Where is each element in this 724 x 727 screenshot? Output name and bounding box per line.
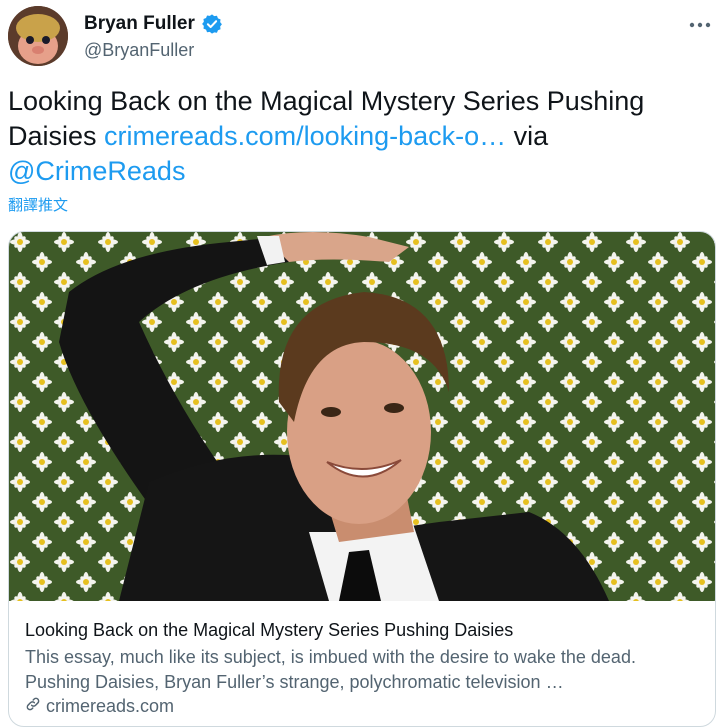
tweet-link[interactable]: crimereads.com/looking-back-o… bbox=[104, 121, 506, 151]
card-domain-text: crimereads.com bbox=[46, 696, 175, 716]
verified-badge-icon bbox=[201, 13, 223, 35]
card-domain[interactable]: crimereads.com bbox=[25, 696, 701, 717]
link-card[interactable]: Looking Back on the Magical Mystery Seri… bbox=[8, 231, 716, 727]
author-block: Bryan Fuller @BryanFuller bbox=[84, 12, 223, 61]
card-description: This essay, much like its subject, is im… bbox=[25, 647, 636, 692]
mention-link[interactable]: @CrimeReads bbox=[8, 156, 185, 186]
name-row: Bryan Fuller bbox=[84, 12, 223, 36]
card-image[interactable] bbox=[9, 232, 715, 601]
card-body: Looking Back on the Magical Mystery Seri… bbox=[25, 618, 701, 717]
tweet-header: Bryan Fuller @BryanFuller bbox=[8, 6, 716, 66]
tweet-via: via bbox=[506, 121, 549, 151]
avatar[interactable] bbox=[8, 6, 68, 66]
card-title[interactable]: Looking Back on the Magical Mystery Seri… bbox=[25, 618, 701, 642]
translate-tweet-link[interactable]: 翻譯推文 bbox=[8, 194, 68, 215]
author-name[interactable]: Bryan Fuller bbox=[84, 13, 195, 35]
link-icon bbox=[25, 696, 41, 717]
author-handle[interactable]: @BryanFuller bbox=[84, 40, 223, 61]
more-options-icon[interactable] bbox=[686, 14, 714, 36]
tweet-text: Looking Back on the Magical Mystery Seri… bbox=[8, 84, 708, 189]
